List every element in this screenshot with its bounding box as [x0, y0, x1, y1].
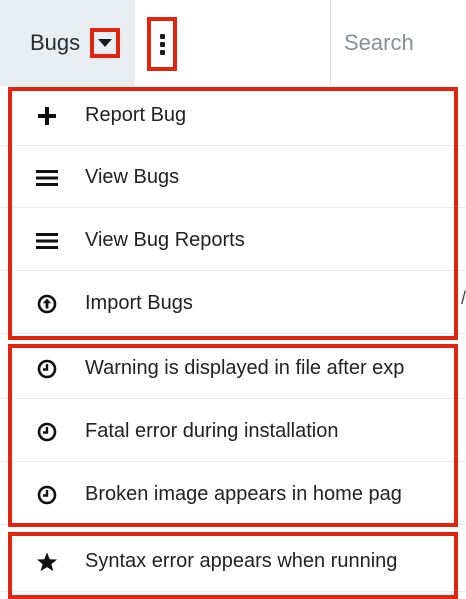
recent-item-label: Fatal error during installation	[85, 420, 339, 442]
menu-item-view-bugs[interactable]: View Bugs	[0, 148, 466, 208]
kebab-dot	[159, 41, 165, 47]
upload-circle-icon	[35, 292, 59, 316]
module-tab-label: Bugs	[30, 30, 81, 55]
favorite-item-syntax-error[interactable]: Syntax error appears when running	[0, 532, 466, 592]
plus-icon	[35, 104, 59, 128]
clock-icon	[35, 420, 59, 444]
recent-item-fatal-error[interactable]: Fatal error during installation	[0, 402, 466, 462]
navbar-divider	[330, 0, 331, 86]
caret-down-icon	[98, 39, 112, 47]
clock-icon	[35, 357, 59, 381]
recent-item-warning[interactable]: Warning is displayed in file after exp	[0, 339, 466, 399]
list-icon	[35, 166, 59, 190]
favorite-item-label: Syntax error appears when running	[85, 550, 398, 572]
menu-item-import-bugs[interactable]: Import Bugs /	[0, 274, 466, 334]
module-menu-toggle-button[interactable]	[90, 28, 120, 58]
menu-item-label: View Bugs	[85, 166, 180, 188]
kebab-dot	[159, 33, 165, 39]
kebab-dot	[159, 49, 165, 55]
clock-icon	[35, 483, 59, 507]
background-text-fragment: /	[460, 288, 466, 308]
menu-item-label: Import Bugs	[85, 292, 193, 314]
recent-item-label: Warning is displayed in file after exp	[85, 357, 405, 379]
recent-item-broken-image[interactable]: Broken image appears in home pag	[0, 465, 466, 525]
menu-item-view-bug-reports[interactable]: View Bug Reports	[0, 211, 466, 271]
menu-item-report-bug[interactable]: Report Bug	[0, 86, 466, 146]
module-tab-bugs[interactable]: Bugs	[0, 0, 135, 88]
menu-item-label: Report Bug	[85, 104, 187, 126]
star-icon	[35, 550, 59, 574]
list-icon	[35, 229, 59, 253]
module-dropdown-menu: Report Bug View Bugs View Bug Reports Im…	[0, 86, 466, 599]
recent-item-label: Broken image appears in home pag	[85, 483, 402, 505]
menu-item-label: View Bug Reports	[85, 229, 245, 251]
more-options-button[interactable]	[147, 17, 177, 71]
global-search-input[interactable]: Search	[344, 30, 414, 56]
top-navbar: Bugs Search	[0, 0, 466, 88]
